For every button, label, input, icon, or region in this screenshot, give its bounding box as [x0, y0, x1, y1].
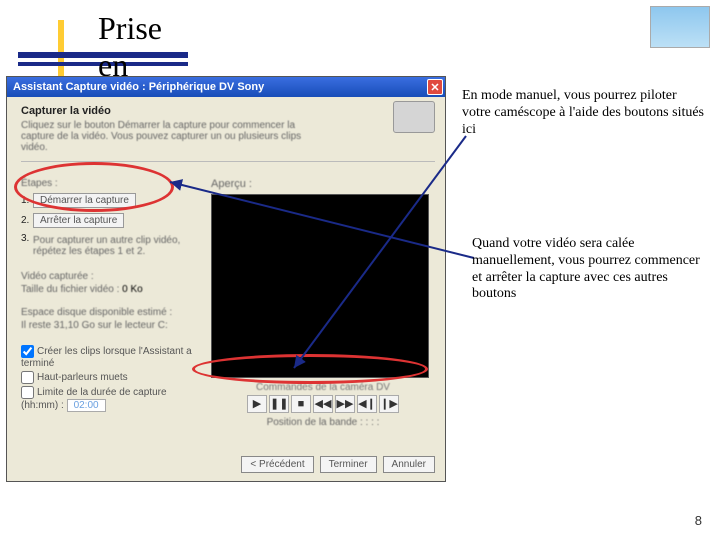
chk-mute-label: Haut-parleurs muets [37, 372, 128, 383]
dv-play-icon[interactable]: ▶ [247, 395, 267, 413]
logo [650, 6, 710, 48]
chk-mute[interactable] [21, 371, 34, 384]
section-heading: Capturer la vidéo [21, 105, 435, 117]
steps-label: Étapes : [21, 178, 201, 189]
start-capture-button[interactable]: Démarrer la capture [33, 193, 136, 208]
time-limit-value[interactable]: 02:00 [67, 399, 106, 412]
cancel-button[interactable]: Annuler [383, 456, 435, 473]
page-number: 8 [695, 513, 702, 528]
window-title-text: Assistant Capture vidéo : Périphérique D… [13, 81, 264, 93]
chk-create-clips[interactable] [21, 345, 34, 358]
stop-capture-button[interactable]: Arrêter la capture [33, 213, 124, 228]
captured-label: Vidéo capturée : [21, 271, 201, 282]
annotation-1: En mode manuel, vous pourrez piloter vot… [462, 88, 708, 138]
tape-position: Position de la bande : : : : [211, 417, 435, 428]
disk-value: Il reste 31,10 Go sur le lecteur C: [21, 320, 201, 331]
chk-limit[interactable] [21, 386, 34, 399]
chk-create-clips-label: Créer les clips lorsque l'Assistant a te… [21, 346, 192, 369]
camcorder-icon [393, 101, 435, 133]
dv-controls-label: Commandes de la caméra DV [211, 382, 435, 393]
dv-next-icon[interactable]: ❙▶ [379, 395, 399, 413]
previous-button[interactable]: < Précédent [241, 456, 313, 473]
size-value: 0 Ko [122, 284, 143, 295]
dv-controls: ▶ ❚❚ ■ ◀◀ ▶▶ ◀❙ ❙▶ [211, 395, 435, 413]
video-preview [211, 194, 429, 378]
window-titlebar: Assistant Capture vidéo : Périphérique D… [7, 77, 445, 97]
annotation-2: Quand votre vidéo sera calée manuellemen… [472, 236, 710, 303]
capture-wizard-window: Assistant Capture vidéo : Périphérique D… [6, 76, 446, 482]
dv-prev-icon[interactable]: ◀❙ [357, 395, 377, 413]
size-label: Taille du fichier vidéo : [21, 284, 119, 295]
step3-text: Pour capturer un autre clip vidéo, répét… [33, 235, 201, 257]
finish-button[interactable]: Terminer [320, 456, 377, 473]
dv-pause-icon[interactable]: ❚❚ [269, 395, 289, 413]
section-description: Cliquez sur le bouton Démarrer la captur… [21, 120, 321, 153]
dv-stop-icon[interactable]: ■ [291, 395, 311, 413]
preview-label: Aperçu : [211, 178, 435, 190]
disk-label: Espace disque disponible estimé : [21, 307, 201, 318]
dv-rewind-icon[interactable]: ◀◀ [313, 395, 333, 413]
close-icon[interactable]: ✕ [427, 79, 443, 95]
dv-ff-icon[interactable]: ▶▶ [335, 395, 355, 413]
